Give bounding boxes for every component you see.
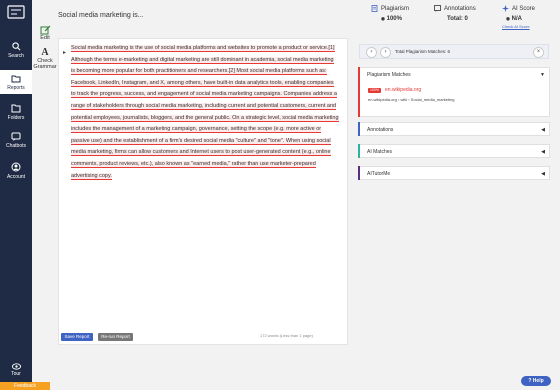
- nav-item-label: Reports: [7, 85, 25, 91]
- word-count: 172 words (Less than 1 page): [260, 333, 313, 338]
- total-matches-label: Total Plagiarism Matches: 6: [395, 49, 451, 54]
- user-icon: [11, 162, 21, 172]
- check-grammar-button[interactable]: A Check Grammar: [32, 47, 58, 70]
- tour-button[interactable]: Tour: [0, 363, 32, 377]
- plagiarism-value: ◉ 100%: [371, 16, 409, 22]
- document-title[interactable]: Social media marketing is...: [58, 12, 144, 19]
- nav-item-folders[interactable]: Folders: [0, 104, 32, 121]
- plagiarized-sentence[interactable]: Social media marketing is the use of soc…: [71, 45, 335, 52]
- nav-item-reports[interactable]: Reports: [0, 70, 32, 94]
- caret-left-icon: ◀: [541, 127, 545, 133]
- annotations-stat: Annotations Total: 0: [434, 5, 476, 22]
- edit-icon: [40, 25, 50, 35]
- annotations-panel-title: Annotations: [367, 127, 394, 133]
- document-card: ▸ Social media marketing is the use of s…: [58, 38, 348, 345]
- ai-sparkle-icon: [502, 5, 509, 12]
- nav-item-account[interactable]: Account: [0, 162, 32, 180]
- nav-item-label: Account: [6, 174, 26, 180]
- ai-score-value-icon: ◉: [506, 16, 510, 21]
- nav-item-label: Chatbots: [5, 143, 26, 149]
- caret-left-icon: ◀: [541, 149, 545, 155]
- close-matches-button[interactable]: ×: [533, 47, 544, 58]
- prev-match-button[interactable]: ‹: [366, 47, 377, 58]
- plagiarism-matches-title[interactable]: Plagiarism Matches: [367, 72, 411, 78]
- document-text[interactable]: Social media marketing is the use of soc…: [71, 43, 339, 182]
- plagiarism-percent: 100%: [386, 16, 402, 22]
- panel-accent: [358, 67, 360, 117]
- source-link[interactable]: en.wikipedia.org: [385, 87, 421, 93]
- nav-item-chatbots[interactable]: Chatbots: [0, 132, 32, 149]
- nav-item-search[interactable]: Search: [0, 42, 32, 59]
- check-grammar-label: Check Grammar: [33, 58, 57, 70]
- edit-label: Edit: [40, 35, 50, 41]
- nav-item-label: Search: [8, 53, 24, 59]
- plagiarism-icon: [371, 5, 378, 12]
- tools-column: Edit A Check Grammar: [32, 25, 58, 76]
- caret-left-icon: ◀: [541, 171, 545, 177]
- cursor-icon: ▸: [63, 50, 67, 56]
- app-logo-icon[interactable]: [7, 5, 25, 19]
- folder-icon: [11, 104, 21, 113]
- next-match-button[interactable]: ›: [380, 47, 391, 58]
- edit-button[interactable]: Edit: [32, 25, 58, 41]
- help-icon: ?: [528, 378, 532, 384]
- feedback-tab[interactable]: Feedback: [0, 382, 50, 390]
- tour-label: Tour: [11, 371, 21, 377]
- source-url: en.wikipedia.org › wiki › Social_media_m…: [368, 97, 455, 102]
- ai-score-text: N/A: [511, 16, 522, 22]
- ai-matches-panel[interactable]: AI Matches ◀: [358, 144, 550, 158]
- grammar-icon: A: [41, 47, 49, 58]
- aitutorme-panel-title: AITutorMe: [367, 171, 391, 177]
- chat-icon: [11, 132, 21, 141]
- folder-open-icon: [11, 75, 21, 83]
- chevron-right-icon: ›: [384, 49, 387, 55]
- eye-icon: [11, 363, 21, 370]
- ai-score-label: AI Score: [512, 5, 536, 12]
- aitutorme-panel[interactable]: AITutorMe ◀: [358, 166, 550, 180]
- rerun-report-button[interactable]: Re-run Report: [98, 333, 133, 341]
- nav-item-label: Folders: [7, 115, 25, 121]
- plagiarism-label: Plagiarism: [381, 5, 410, 12]
- nav-rail: Search Reports Folders Chatbots Account …: [0, 0, 32, 390]
- annotations-total: Total: 0: [447, 16, 468, 22]
- search-icon: [11, 42, 20, 51]
- ai-matches-panel-title: AI Matches: [367, 149, 393, 155]
- save-report-button[interactable]: Save Report: [61, 333, 93, 341]
- panel-accent: [358, 144, 360, 158]
- help-label: Help: [532, 378, 544, 384]
- ai-score-value: ◉ N/A: [502, 16, 535, 22]
- chevron-left-icon: ‹: [370, 49, 373, 55]
- annotations-label: Annotations: [444, 5, 476, 12]
- help-button[interactable]: ? Help: [521, 376, 551, 386]
- plagiarism-stat: Plagiarism ◉ 100%: [371, 5, 409, 22]
- plagiarism-matches-bar: ‹ › Total Plagiarism Matches: 6 ×: [359, 44, 549, 59]
- plagiarism-matches-panel: Plagiarism Matches ▼ 100% en.wikipedia.o…: [358, 67, 550, 117]
- caret-down-icon[interactable]: ▼: [540, 72, 545, 78]
- plagiarism-value-icon: ◉: [381, 16, 385, 21]
- match-percent-badge: 100%: [368, 88, 381, 93]
- check-ai-score-link[interactable]: Check AI Score: [502, 24, 535, 29]
- panel-accent: [358, 166, 360, 180]
- annotations-panel[interactable]: Annotations ◀: [358, 122, 550, 136]
- annotation-icon: [434, 5, 441, 12]
- ai-score-stat: AI Score ◉ N/A Check AI Score: [502, 5, 535, 29]
- panel-accent: [358, 122, 360, 136]
- close-icon: ×: [536, 49, 541, 55]
